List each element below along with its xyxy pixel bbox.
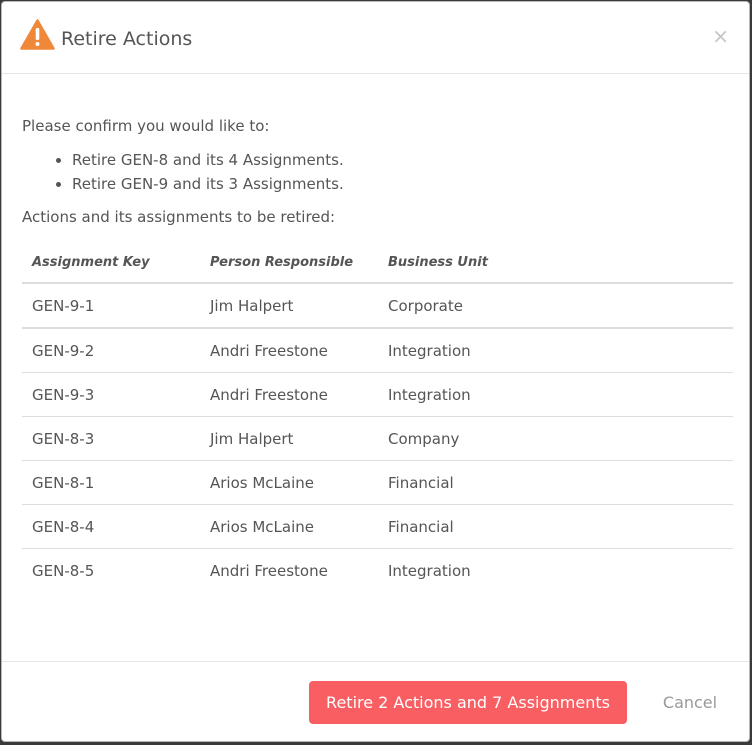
retire-actions-dialog: Retire Actions × Please confirm you woul… — [1, 1, 750, 742]
cell-assignment-key: GEN-9-3 — [22, 372, 200, 417]
header-person-responsible: Person Responsible — [200, 243, 378, 284]
cell-assignment-key: GEN-9-1 — [22, 283, 200, 329]
header-assignment-key: Assignment Key — [22, 243, 200, 284]
summary-item: Retire GEN-9 and its 3 Assignments. — [72, 172, 733, 196]
table-row: GEN-8-1 Arios McLaine Financial — [22, 460, 733, 505]
cell-person-responsible: Andri Freestone — [200, 328, 378, 373]
table-row: GEN-8-3 Jim Halpert Company — [22, 416, 733, 461]
cancel-button[interactable]: Cancel — [646, 681, 734, 724]
table-header-row: Assignment Key Person Responsible Busine… — [22, 243, 733, 284]
cell-person-responsible: Jim Halpert — [200, 416, 378, 461]
dialog-body: Please confirm you would like to: Retire… — [22, 115, 733, 592]
dialog-header: Retire Actions × — [2, 2, 749, 74]
retire-table-label: Actions and its assignments to be retire… — [22, 208, 336, 226]
cell-person-responsible: Andri Freestone — [210, 561, 328, 580]
table-row: GEN-8-4 Arios McLaine Financial — [22, 504, 733, 549]
table-row: GEN-8-5 Andri Freestone Integration — [22, 549, 733, 593]
retire-button[interactable]: Retire 2 Actions and 7 Assignments — [309, 681, 627, 724]
table-row: GEN-9-2 Andri Freestone Integration — [22, 328, 733, 373]
header-business-unit: Business Unit — [378, 243, 733, 284]
close-icon[interactable]: × — [712, 26, 729, 46]
cell-assignment-key: GEN-8-5 — [32, 561, 95, 580]
warning-triangle-icon — [20, 19, 55, 50]
cell-business-unit: Integration — [388, 561, 471, 580]
table-row: GEN-9-3 Andri Freestone Integration — [22, 372, 733, 417]
cell-assignment-key: GEN-8-3 — [22, 416, 200, 461]
confirm-text: Please confirm you would like to: — [22, 117, 270, 135]
cell-person-responsible: Arios McLaine — [200, 504, 378, 549]
cell-assignment-key: GEN-9-2 — [22, 328, 200, 373]
assignments-table: Assignment Key Person Responsible Busine… — [22, 243, 733, 592]
cell-business-unit: Financial — [378, 460, 733, 505]
cell-person-responsible: Andri Freestone — [200, 372, 378, 417]
retire-summary-list: Retire GEN-8 and its 4 Assignments. Reti… — [22, 148, 733, 196]
table-row: GEN-9-1 Jim Halpert Corporate — [22, 283, 733, 329]
dialog-footer: Retire 2 Actions and 7 Assignments Cance… — [2, 661, 749, 741]
dialog-title: Retire Actions — [61, 28, 193, 50]
cell-person-responsible: Jim Halpert — [200, 283, 378, 329]
cell-assignment-key: GEN-8-4 — [22, 504, 200, 549]
cell-assignment-key: GEN-8-1 — [22, 460, 200, 505]
cell-business-unit: Corporate — [378, 283, 733, 329]
summary-item: Retire GEN-8 and its 4 Assignments. — [72, 148, 733, 172]
cell-person-responsible: Arios McLaine — [200, 460, 378, 505]
cell-business-unit: Financial — [378, 504, 733, 549]
cell-business-unit: Company — [378, 416, 733, 461]
cell-business-unit: Integration — [378, 372, 733, 417]
cell-business-unit: Integration — [378, 328, 733, 373]
